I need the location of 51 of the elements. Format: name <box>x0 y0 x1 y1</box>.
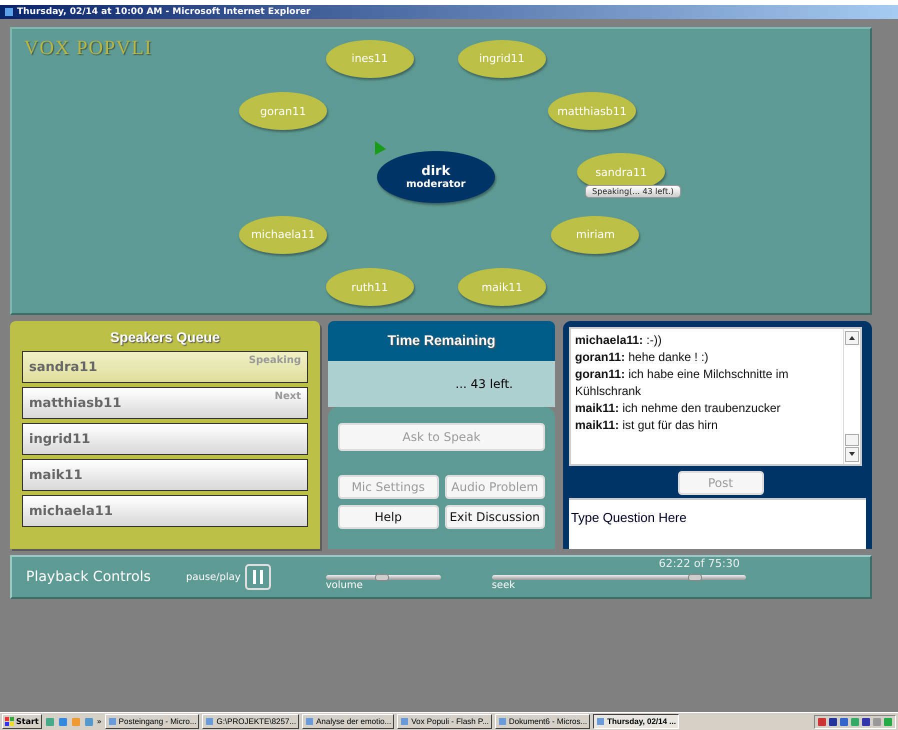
taskbar-button[interactable]: Posteingang - Micro... <box>104 714 200 729</box>
queue-item[interactable]: sandra11 Speaking <box>22 351 308 383</box>
taskbar-button[interactable]: Analyse der emotio... <box>302 714 394 729</box>
moderator-node[interactable]: dirk moderator <box>376 150 495 203</box>
logo: VOX POPVLI <box>24 37 152 60</box>
slider-thumb[interactable] <box>688 574 702 581</box>
volume-label: volume <box>326 580 364 591</box>
taskbar-button[interactable]: Dokument6 - Micros... <box>494 714 590 729</box>
scroll-down-icon[interactable] <box>845 434 859 462</box>
app-icon <box>400 717 410 726</box>
panel-title: Time Remaining <box>388 332 496 348</box>
windows-logo-icon <box>5 717 14 726</box>
quick-launch-icon[interactable] <box>44 716 55 726</box>
panel-title: Speakers Queue <box>109 329 221 345</box>
app-icon <box>305 717 314 726</box>
window-title: Thursday, 02/14 at 10:00 AM - Microsoft Internet Explorer <box>17 7 310 17</box>
quick-launch-icon[interactable] <box>70 716 81 726</box>
chat-message: maik11: ist gut für das hirn <box>575 417 719 434</box>
pause-label: pause/play <box>186 572 241 582</box>
playback-title: Playback Controls <box>26 569 152 585</box>
chat-message: maik11: ich nehme den traubenzucker <box>575 400 782 417</box>
chat-message: michaela11: :-)) <box>575 332 663 349</box>
app-icon <box>205 717 214 726</box>
chat-message: goran11: hehe danke ! :) <box>575 349 710 366</box>
scroll-up-icon[interactable] <box>845 331 859 345</box>
seek-label: seek <box>492 580 516 591</box>
speaking-tooltip: Speaking(... 43 left.) <box>585 185 681 198</box>
pause-icon <box>250 569 265 585</box>
queue-item[interactable]: maik11 <box>22 459 308 491</box>
queue-item[interactable]: michaela11 <box>22 495 308 527</box>
quick-launch-icon[interactable] <box>84 716 94 726</box>
taskbar-button[interactable]: Vox Populi - Flash P... <box>397 714 492 729</box>
app-icon <box>498 717 507 726</box>
seek-slider[interactable] <box>492 575 746 580</box>
queue-item[interactable]: ingrid11 <box>22 423 308 455</box>
pause-button[interactable] <box>244 564 271 590</box>
seek-time: 62:22 of 75:30 <box>658 557 740 570</box>
question-input[interactable]: Type Question Here <box>569 498 866 549</box>
exit-button[interactable]: Exit Discussion <box>444 505 545 529</box>
volume-slider[interactable] <box>326 575 441 580</box>
more-button[interactable]: » <box>96 717 102 726</box>
flag-icon <box>374 140 386 155</box>
app-icon <box>108 717 117 726</box>
help-button[interactable]: Help <box>338 505 438 529</box>
taskbar-button[interactable]: Thursday, 02/14 ... <box>593 714 679 729</box>
taskbar-button[interactable]: G:\PROJEKTE\8257... <box>202 714 300 729</box>
slider-thumb[interactable] <box>375 574 390 581</box>
queue-item[interactable]: matthiasb11 Next <box>22 387 308 419</box>
app-icon <box>596 717 606 726</box>
time-remaining: ... 43 left. <box>455 377 513 391</box>
start-button[interactable]: Start <box>2 714 42 729</box>
